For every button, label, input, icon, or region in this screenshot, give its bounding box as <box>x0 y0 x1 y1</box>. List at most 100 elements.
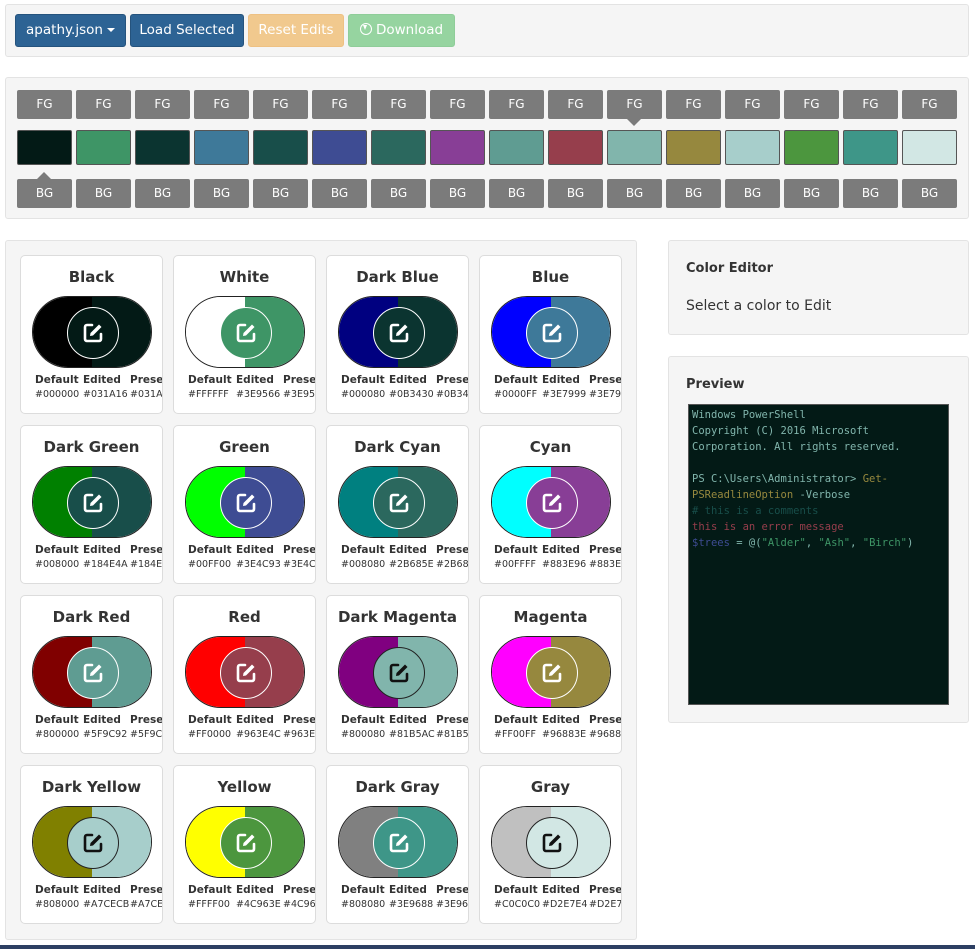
palette-swatch[interactable] <box>371 130 426 165</box>
bg-button[interactable]: BG <box>76 179 131 208</box>
edit-color-button[interactable] <box>67 307 119 359</box>
bg-button[interactable]: BG <box>253 179 308 208</box>
bg-button[interactable]: BG <box>17 179 72 208</box>
bg-button[interactable]: BG <box>548 179 603 208</box>
color-card[interactable]: Dark Red Default #800000 Edited #5F9C92 Prese… <box>20 595 163 754</box>
color-card[interactable]: Dark Magenta Default #800080 Edited #81B5AC P… <box>326 595 469 754</box>
fg-button[interactable]: FG <box>430 90 485 119</box>
edited-label: Edited <box>542 374 580 386</box>
load-selected-button[interactable]: Load Selected <box>130 14 244 47</box>
palette-swatch[interactable] <box>194 130 249 165</box>
theme-dropdown-button[interactable]: apathy.json <box>15 14 126 47</box>
fg-button[interactable]: FG <box>489 90 544 119</box>
color-card[interactable]: Dark Green Default #008000 Edited #184E4A Pre… <box>20 425 163 584</box>
fg-button[interactable]: FG <box>902 90 957 119</box>
fg-button[interactable]: FG <box>784 90 839 119</box>
palette-swatch[interactable] <box>902 130 957 165</box>
reset-edits-button[interactable]: Reset Edits <box>248 14 344 47</box>
bg-button[interactable]: BG <box>194 179 249 208</box>
edit-color-button[interactable] <box>526 477 578 529</box>
color-card[interactable]: MagentaDefault#FF00FFEdited#96883EPreset… <box>479 595 622 754</box>
fg-button[interactable]: FG <box>666 90 721 119</box>
bg-button[interactable]: BG <box>666 179 721 208</box>
edited-hex: #81B5AC <box>389 729 435 740</box>
palette-swatch[interactable] <box>725 130 780 165</box>
palette-swatch[interactable] <box>135 130 190 165</box>
palette-swatch[interactable] <box>666 130 721 165</box>
color-card[interactable]: Dark Blue Default #000080 Edited #0B3430 Pres… <box>326 255 469 414</box>
edit-icon <box>236 493 256 513</box>
fg-button[interactable]: FG <box>725 90 780 119</box>
edit-color-button[interactable] <box>67 647 119 699</box>
edit-color-button[interactable] <box>526 817 578 869</box>
default-label: Default <box>188 714 232 726</box>
fg-button[interactable]: FG <box>843 90 898 119</box>
palette-swatch[interactable] <box>76 130 131 165</box>
color-card[interactable]: BlueDefault#0000FFEdited#3E7999Preset#3E… <box>479 255 622 414</box>
bg-button[interactable]: BG <box>489 179 544 208</box>
edit-color-button[interactable] <box>220 307 272 359</box>
edited-hex: #3E4C93 <box>236 559 281 570</box>
edit-color-button[interactable] <box>220 647 272 699</box>
fg-button[interactable]: FG <box>312 90 367 119</box>
edit-color-button[interactable] <box>526 647 578 699</box>
fg-button[interactable]: FG <box>135 90 190 119</box>
color-card[interactable]: BlackDefault#000000Edited#031A16Preset#0… <box>20 255 163 414</box>
color-card[interactable]: YellowDefault#FFFF00Edited#4C963EPreset#… <box>173 765 316 924</box>
bg-button[interactable]: BG <box>725 179 780 208</box>
fg-button[interactable]: FG <box>76 90 131 119</box>
palette-swatch[interactable] <box>784 130 839 165</box>
color-card[interactable]: CyanDefault#00FFFFEdited#883E96Preset#88… <box>479 425 622 584</box>
fg-button[interactable]: FG <box>607 90 662 119</box>
color-values: Default#00FF00Edited#3E4C93Preset#3E4C93 <box>174 544 315 580</box>
default-value: Default #FF0000 <box>188 714 234 740</box>
palette-swatch[interactable] <box>843 130 898 165</box>
bg-button[interactable]: BG <box>902 179 957 208</box>
color-card[interactable]: GreenDefault#00FF00Edited#3E4C93Preset#3… <box>173 425 316 584</box>
preset-hex: #0B3430 <box>436 389 469 400</box>
preset-value: Preset #D2E7E4 <box>589 884 621 910</box>
edit-color-button[interactable] <box>67 477 119 529</box>
palette-swatch[interactable] <box>17 130 72 165</box>
edit-color-button[interactable] <box>220 477 272 529</box>
palette-swatch[interactable] <box>312 130 367 165</box>
color-card[interactable]: Dark Gray Default #808080 Edited #3E9688 Pres… <box>326 765 469 924</box>
bg-button[interactable]: BG <box>135 179 190 208</box>
edited-hex: #883E96 <box>542 559 587 570</box>
edit-color-button[interactable] <box>373 817 425 869</box>
default-value: Default #0000FF <box>494 374 540 400</box>
edit-color-button[interactable] <box>67 817 119 869</box>
edit-color-button[interactable] <box>373 477 425 529</box>
fg-button[interactable]: FG <box>17 90 72 119</box>
preset-hex: #031A16 <box>130 389 163 400</box>
bg-button[interactable]: BG <box>430 179 485 208</box>
edit-color-button[interactable] <box>526 307 578 359</box>
bg-button[interactable]: BG <box>371 179 426 208</box>
palette-swatch[interactable] <box>548 130 603 165</box>
palette-swatch[interactable] <box>489 130 544 165</box>
edit-color-button[interactable] <box>373 307 425 359</box>
edited-hex: #963E4C <box>236 729 281 740</box>
color-card[interactable]: RedDefault#FF0000Edited#963E4CPreset#963… <box>173 595 316 754</box>
palette-swatch[interactable] <box>253 130 308 165</box>
color-card[interactable]: GrayDefault#C0C0C0Edited#D2E7E4Preset#D2… <box>479 765 622 924</box>
palette-swatch[interactable] <box>607 130 662 165</box>
preset-value: Preset #963E4C <box>283 714 315 740</box>
color-card[interactable]: Dark Yellow Default #808000 Edited #A7CECB Pr… <box>20 765 163 924</box>
palette-swatch[interactable] <box>430 130 485 165</box>
color-card[interactable]: Dark Cyan Default #008080 Edited #2B685E Pres… <box>326 425 469 584</box>
edit-color-button[interactable] <box>373 647 425 699</box>
bg-button[interactable]: BG <box>607 179 662 208</box>
bg-button[interactable]: BG <box>784 179 839 208</box>
download-button[interactable]: Download <box>348 14 455 47</box>
edit-color-button[interactable] <box>220 817 272 869</box>
fg-button[interactable]: FG <box>371 90 426 119</box>
color-card[interactable]: WhiteDefault#FFFFFFEdited#3E9566Preset#3… <box>173 255 316 414</box>
bg-button[interactable]: BG <box>843 179 898 208</box>
fg-button[interactable]: FG <box>548 90 603 119</box>
default-label: Default <box>35 884 79 896</box>
fg-button[interactable]: FG <box>253 90 308 119</box>
bg-button[interactable]: BG <box>312 179 367 208</box>
fg-button[interactable]: FG <box>194 90 249 119</box>
edited-label: Edited <box>83 374 121 386</box>
